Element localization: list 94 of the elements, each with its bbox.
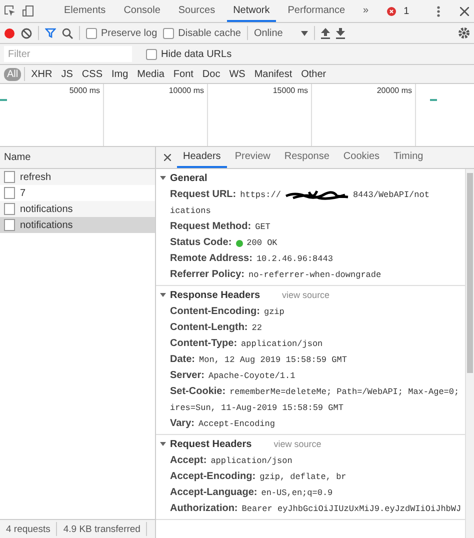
header-value: 22 [252,322,262,335]
type-filter[interactable]: XHR [28,68,56,80]
header-name: Remote Address: [170,252,252,266]
header-value: en-US,en;q=0.9 [261,487,333,500]
disable-cache-checkbox[interactable]: Disable cache [163,28,241,38]
detail-tab[interactable]: Cookies [337,147,386,168]
download-icon[interactable] [336,28,345,38]
record-icon[interactable] [4,28,15,38]
section-title[interactable]: General [170,172,208,184]
type-filter[interactable]: CSS [78,68,106,80]
header-value: application/json [241,338,323,351]
panel-tab[interactable]: Sources [172,0,222,22]
header-value: application/json [210,455,292,468]
header-value: Mon, 12 Aug 2019 15:58:59 GMT [199,354,347,367]
header-name: Server: [170,369,204,383]
close-icon[interactable] [164,154,171,161]
view-source-link[interactable]: view source [274,439,322,449]
disclosure-triangle-icon[interactable] [160,441,166,447]
header-value: rememberMe=deleteMe; Path=/WebAPI; Max-Age=0; [230,386,460,399]
more-options-icon[interactable] [437,6,440,16]
request-row[interactable]: refresh [0,169,155,185]
request-row[interactable]: notifications [0,201,155,217]
error-icon[interactable] [386,6,396,16]
header-name: Content-Encoding: [170,305,260,319]
disclosure-triangle-icon[interactable] [160,175,166,181]
header-value: Bearer eyJhbGciOiJIUzUxMiJ9.eyJzdWIiOiJhbWJ [242,503,462,516]
header-name: Request URL: [170,188,236,202]
timeline-tick: 5000 ms [69,86,100,97]
type-filter[interactable]: Font [170,68,196,80]
section-title[interactable]: Response Headers [170,290,260,300]
type-filter[interactable]: Manifest [251,68,296,80]
header-name: Status Code: [170,236,232,250]
detail-tab[interactable]: Timing [388,147,430,168]
timeline-tick: 10000 ms [168,86,204,97]
header-name: Vary: [170,417,194,431]
header-value: ires=Sun, 11-Aug-2019 15:58:59 GMT [170,402,344,415]
header-name: Set-Cookie: [170,385,226,399]
search-icon[interactable] [62,28,73,38]
header-value: gzip, deflate, br [260,471,346,484]
scribble-drawing [284,189,349,201]
type-filter[interactable]: Img [108,68,132,80]
detail-tab[interactable]: Response [278,147,336,168]
settings-icon[interactable] [458,27,470,39]
header-value: no-referrer-when-downgrade [248,269,382,282]
header-name: Content-Type: [170,337,238,351]
detail-tab[interactable]: Headers [177,147,227,168]
scrollbar[interactable] [465,169,474,538]
request-row[interactable]: notifications [0,217,155,233]
header-name: Accept-Encoding: [170,470,256,484]
header-value: ications [170,205,211,218]
status-text: 4.9 KB transferred [63,524,140,534]
type-filter[interactable]: JS [58,68,76,80]
close-icon[interactable] [460,6,470,16]
header-name: Date: [170,353,196,367]
upload-icon[interactable] [320,28,330,38]
type-filter[interactable]: Other [298,68,330,80]
type-filter[interactable]: Media [134,68,168,80]
disclosure-triangle-icon[interactable] [160,292,166,298]
timeline-tick: 15000 ms [272,86,308,97]
filter-icon[interactable] [45,28,56,38]
clear-icon[interactable] [21,28,32,38]
hide-data-urls-checkbox[interactable]: Hide data URLs [146,48,232,60]
header-value: 8443/WebAPI/not [352,189,430,202]
header-value: Accept-Encoding [198,418,275,431]
column-header[interactable]: Name [4,152,31,163]
error-count[interactable]: 1 [404,6,410,16]
header-value: 10.2.46.96:8443 [256,253,333,266]
header-name: Request Method: [170,220,252,234]
status-text: 4 requests [6,524,50,534]
timeline-tick: 20000 ms [376,86,412,97]
dropdown-caret-icon[interactable] [300,30,308,36]
detail-tab[interactable]: Preview [228,147,276,168]
header-name: Accept: [170,454,207,468]
view-source-link[interactable]: view source [282,290,330,300]
header-value: Apache-Coyote/1.1 [208,370,296,383]
header-value: 200 OK [246,237,278,250]
more-tabs-button[interactable]: » [357,0,375,22]
panel-tab[interactable]: Performance [282,0,352,22]
preserve-log-checkbox[interactable]: Preserve log [86,28,158,38]
header-name: Authorization: [170,502,238,516]
header-name: Content-Length: [170,321,248,335]
section-title[interactable]: Request Headers [170,438,252,450]
header-value: GET [255,221,270,234]
throttling-select[interactable]: Online [254,28,308,38]
header-value: https:// [240,189,281,202]
header-value: gzip [264,306,284,319]
filter-field[interactable]: Filter [4,46,132,62]
panel-tab[interactable]: Elements [58,0,112,22]
device-icon[interactable] [22,3,34,19]
type-filter[interactable]: WS [226,68,248,80]
header-name: Referrer Policy: [170,268,244,282]
type-filter[interactable]: Doc [199,68,224,80]
panel-tab[interactable]: Console [118,0,166,22]
header-name: Accept-Language: [170,486,258,500]
